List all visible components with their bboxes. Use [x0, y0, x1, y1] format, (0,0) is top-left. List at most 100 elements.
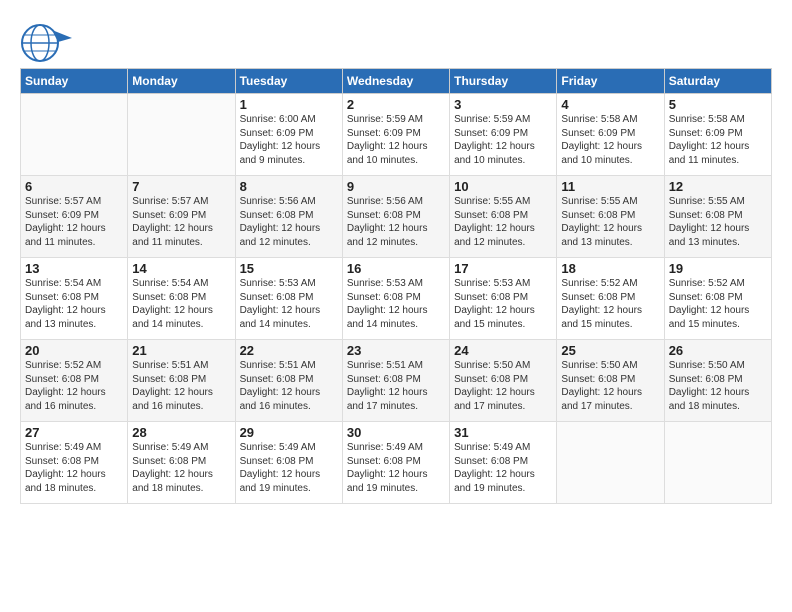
day-cell: 25Sunrise: 5:50 AM Sunset: 6:08 PM Dayli… — [557, 340, 664, 422]
day-info: Sunrise: 5:58 AM Sunset: 6:09 PM Dayligh… — [561, 113, 659, 167]
day-number: 4 — [561, 97, 659, 112]
week-row-1: 1Sunrise: 6:00 AM Sunset: 6:09 PM Daylig… — [21, 94, 772, 176]
day-cell: 22Sunrise: 5:51 AM Sunset: 6:08 PM Dayli… — [235, 340, 342, 422]
day-number: 23 — [347, 343, 445, 358]
day-number: 17 — [454, 261, 552, 276]
day-info: Sunrise: 5:52 AM Sunset: 6:08 PM Dayligh… — [561, 277, 659, 331]
day-cell — [128, 94, 235, 176]
day-header-tuesday: Tuesday — [235, 69, 342, 94]
day-number: 20 — [25, 343, 123, 358]
week-row-4: 20Sunrise: 5:52 AM Sunset: 6:08 PM Dayli… — [21, 340, 772, 422]
day-info: Sunrise: 5:50 AM Sunset: 6:08 PM Dayligh… — [561, 359, 659, 413]
day-cell: 28Sunrise: 5:49 AM Sunset: 6:08 PM Dayli… — [128, 422, 235, 504]
day-number: 16 — [347, 261, 445, 276]
day-info: Sunrise: 5:57 AM Sunset: 6:09 PM Dayligh… — [25, 195, 123, 249]
day-info: Sunrise: 5:57 AM Sunset: 6:09 PM Dayligh… — [132, 195, 230, 249]
day-number: 21 — [132, 343, 230, 358]
day-info: Sunrise: 5:51 AM Sunset: 6:08 PM Dayligh… — [347, 359, 445, 413]
day-number: 7 — [132, 179, 230, 194]
day-cell: 13Sunrise: 5:54 AM Sunset: 6:08 PM Dayli… — [21, 258, 128, 340]
day-cell: 1Sunrise: 6:00 AM Sunset: 6:09 PM Daylig… — [235, 94, 342, 176]
day-cell: 31Sunrise: 5:49 AM Sunset: 6:08 PM Dayli… — [450, 422, 557, 504]
day-number: 29 — [240, 425, 338, 440]
day-info: Sunrise: 5:52 AM Sunset: 6:08 PM Dayligh… — [669, 277, 767, 331]
day-cell: 12Sunrise: 5:55 AM Sunset: 6:08 PM Dayli… — [664, 176, 771, 258]
day-info: Sunrise: 5:56 AM Sunset: 6:08 PM Dayligh… — [240, 195, 338, 249]
day-info: Sunrise: 5:54 AM Sunset: 6:08 PM Dayligh… — [132, 277, 230, 331]
day-info: Sunrise: 5:49 AM Sunset: 6:08 PM Dayligh… — [25, 441, 123, 495]
day-cell: 4Sunrise: 5:58 AM Sunset: 6:09 PM Daylig… — [557, 94, 664, 176]
day-number: 11 — [561, 179, 659, 194]
day-number: 26 — [669, 343, 767, 358]
day-number: 12 — [669, 179, 767, 194]
day-info: Sunrise: 5:54 AM Sunset: 6:08 PM Dayligh… — [25, 277, 123, 331]
day-number: 31 — [454, 425, 552, 440]
day-cell: 3Sunrise: 5:59 AM Sunset: 6:09 PM Daylig… — [450, 94, 557, 176]
day-number: 28 — [132, 425, 230, 440]
day-cell — [21, 94, 128, 176]
day-info: Sunrise: 5:55 AM Sunset: 6:08 PM Dayligh… — [561, 195, 659, 249]
day-number: 25 — [561, 343, 659, 358]
day-cell: 23Sunrise: 5:51 AM Sunset: 6:08 PM Dayli… — [342, 340, 449, 422]
header — [20, 18, 772, 64]
logo-icon — [20, 22, 72, 64]
day-info: Sunrise: 5:50 AM Sunset: 6:08 PM Dayligh… — [454, 359, 552, 413]
day-info: Sunrise: 5:51 AM Sunset: 6:08 PM Dayligh… — [132, 359, 230, 413]
day-number: 14 — [132, 261, 230, 276]
day-info: Sunrise: 5:49 AM Sunset: 6:08 PM Dayligh… — [454, 441, 552, 495]
day-number: 30 — [347, 425, 445, 440]
day-number: 27 — [25, 425, 123, 440]
day-number: 3 — [454, 97, 552, 112]
day-info: Sunrise: 6:00 AM Sunset: 6:09 PM Dayligh… — [240, 113, 338, 167]
day-cell: 27Sunrise: 5:49 AM Sunset: 6:08 PM Dayli… — [21, 422, 128, 504]
day-info: Sunrise: 5:49 AM Sunset: 6:08 PM Dayligh… — [132, 441, 230, 495]
day-number: 24 — [454, 343, 552, 358]
day-info: Sunrise: 5:53 AM Sunset: 6:08 PM Dayligh… — [347, 277, 445, 331]
day-header-sunday: Sunday — [21, 69, 128, 94]
day-cell: 15Sunrise: 5:53 AM Sunset: 6:08 PM Dayli… — [235, 258, 342, 340]
day-cell: 17Sunrise: 5:53 AM Sunset: 6:08 PM Dayli… — [450, 258, 557, 340]
day-number: 13 — [25, 261, 123, 276]
day-cell — [664, 422, 771, 504]
day-number: 22 — [240, 343, 338, 358]
day-cell: 19Sunrise: 5:52 AM Sunset: 6:08 PM Dayli… — [664, 258, 771, 340]
day-number: 19 — [669, 261, 767, 276]
day-cell: 26Sunrise: 5:50 AM Sunset: 6:08 PM Dayli… — [664, 340, 771, 422]
day-cell — [557, 422, 664, 504]
header-row: SundayMondayTuesdayWednesdayThursdayFrid… — [21, 69, 772, 94]
day-header-wednesday: Wednesday — [342, 69, 449, 94]
day-cell: 30Sunrise: 5:49 AM Sunset: 6:08 PM Dayli… — [342, 422, 449, 504]
day-info: Sunrise: 5:53 AM Sunset: 6:08 PM Dayligh… — [240, 277, 338, 331]
week-row-5: 27Sunrise: 5:49 AM Sunset: 6:08 PM Dayli… — [21, 422, 772, 504]
day-cell: 10Sunrise: 5:55 AM Sunset: 6:08 PM Dayli… — [450, 176, 557, 258]
day-number: 15 — [240, 261, 338, 276]
day-info: Sunrise: 5:49 AM Sunset: 6:08 PM Dayligh… — [347, 441, 445, 495]
day-number: 9 — [347, 179, 445, 194]
page: SundayMondayTuesdayWednesdayThursdayFrid… — [0, 0, 792, 514]
day-cell: 24Sunrise: 5:50 AM Sunset: 6:08 PM Dayli… — [450, 340, 557, 422]
day-number: 1 — [240, 97, 338, 112]
calendar-table: SundayMondayTuesdayWednesdayThursdayFrid… — [20, 68, 772, 504]
day-number: 2 — [347, 97, 445, 112]
day-info: Sunrise: 5:53 AM Sunset: 6:08 PM Dayligh… — [454, 277, 552, 331]
day-cell: 29Sunrise: 5:49 AM Sunset: 6:08 PM Dayli… — [235, 422, 342, 504]
day-info: Sunrise: 5:59 AM Sunset: 6:09 PM Dayligh… — [454, 113, 552, 167]
day-number: 10 — [454, 179, 552, 194]
day-cell: 9Sunrise: 5:56 AM Sunset: 6:08 PM Daylig… — [342, 176, 449, 258]
week-row-3: 13Sunrise: 5:54 AM Sunset: 6:08 PM Dayli… — [21, 258, 772, 340]
day-number: 8 — [240, 179, 338, 194]
day-cell: 20Sunrise: 5:52 AM Sunset: 6:08 PM Dayli… — [21, 340, 128, 422]
day-info: Sunrise: 5:58 AM Sunset: 6:09 PM Dayligh… — [669, 113, 767, 167]
day-number: 5 — [669, 97, 767, 112]
day-info: Sunrise: 5:50 AM Sunset: 6:08 PM Dayligh… — [669, 359, 767, 413]
logo — [20, 22, 76, 64]
day-info: Sunrise: 5:55 AM Sunset: 6:08 PM Dayligh… — [669, 195, 767, 249]
day-header-saturday: Saturday — [664, 69, 771, 94]
week-row-2: 6Sunrise: 5:57 AM Sunset: 6:09 PM Daylig… — [21, 176, 772, 258]
day-info: Sunrise: 5:59 AM Sunset: 6:09 PM Dayligh… — [347, 113, 445, 167]
day-info: Sunrise: 5:49 AM Sunset: 6:08 PM Dayligh… — [240, 441, 338, 495]
day-cell: 2Sunrise: 5:59 AM Sunset: 6:09 PM Daylig… — [342, 94, 449, 176]
day-info: Sunrise: 5:51 AM Sunset: 6:08 PM Dayligh… — [240, 359, 338, 413]
day-header-thursday: Thursday — [450, 69, 557, 94]
day-header-friday: Friday — [557, 69, 664, 94]
